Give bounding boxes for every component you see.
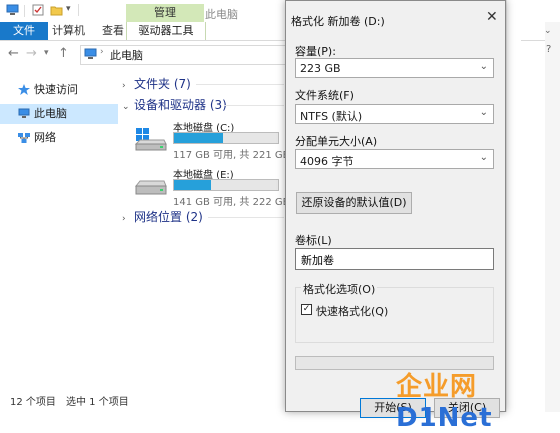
- group-devices[interactable]: ⌄ 设备和驱动器 (3): [122, 96, 227, 114]
- separator: [208, 217, 284, 218]
- context-group-label: 管理: [126, 4, 204, 22]
- back-arrow-icon[interactable]: ←: [8, 46, 19, 61]
- tab-file[interactable]: 文件: [0, 22, 48, 40]
- select-value: NTFS (默认): [300, 110, 363, 123]
- separator: [224, 105, 284, 106]
- breadcrumb-chevron-icon[interactable]: ›: [100, 47, 104, 57]
- nav-item-quick-access[interactable]: 快速访问: [0, 80, 118, 100]
- recent-dropdown-icon[interactable]: ▾: [44, 48, 49, 58]
- dialog-title: 格式化 新加卷 (D:): [291, 15, 385, 28]
- up-arrow-icon[interactable]: ↑: [58, 46, 69, 61]
- help-icon[interactable]: ?: [546, 44, 551, 55]
- address-path: 此电脑: [110, 49, 143, 62]
- drive-usage-fill: [174, 180, 212, 190]
- filesystem-label: 文件系统(F): [295, 89, 354, 102]
- capacity-select[interactable]: 223 GB ⌄: [295, 58, 494, 78]
- capacity-label: 容量(P):: [295, 45, 336, 58]
- drive-usage-bar: [173, 179, 279, 191]
- star-icon: [18, 84, 30, 95]
- volume-label-input[interactable]: [299, 252, 483, 267]
- item-count: 12 个项目: [10, 397, 56, 408]
- nav-item-this-pc[interactable]: 此电脑: [0, 104, 118, 124]
- nav-item-label: 快速访问: [34, 83, 78, 96]
- drive-usage-fill: [174, 133, 223, 143]
- chevron-right-icon: ›: [122, 81, 126, 91]
- tab-drive-tools[interactable]: 驱动器工具: [126, 22, 206, 40]
- chevron-down-icon: ⌄: [479, 107, 488, 118]
- computer-icon: [18, 108, 30, 118]
- chevron-down-icon[interactable]: ⌄: [544, 26, 552, 36]
- window-title: 此电脑: [205, 8, 238, 21]
- restore-defaults-button[interactable]: 还原设备的默认值(D): [296, 192, 412, 214]
- quick-access-dropdown-icon[interactable]: ▾: [66, 4, 71, 14]
- hard-drive-icon: [134, 180, 167, 195]
- chevron-down-icon: ⌄: [479, 152, 488, 163]
- separator: [196, 84, 284, 85]
- drive-free-space: 141 GB 可用, 共 222 GB: [173, 197, 290, 208]
- nav-item-network[interactable]: 网络: [0, 128, 118, 148]
- quick-format-label: 快速格式化(Q): [316, 305, 389, 318]
- select-value: 4096 字节: [300, 155, 354, 168]
- nav-item-label: 网络: [34, 131, 56, 144]
- allocation-unit-select[interactable]: 4096 字节 ⌄: [295, 149, 494, 169]
- separator: [24, 5, 25, 17]
- separator: [78, 4, 79, 16]
- close-icon[interactable]: ✕: [486, 9, 498, 25]
- chevron-down-icon: ⌄: [479, 61, 488, 72]
- watermark-text: D1Net: [396, 403, 493, 433]
- scrollbar[interactable]: [506, 0, 521, 412]
- properties-icon[interactable]: [32, 4, 45, 16]
- side-panel-strip: [545, 22, 560, 412]
- new-folder-icon[interactable]: [50, 4, 63, 16]
- forward-arrow-icon[interactable]: →: [26, 46, 37, 61]
- windows-drive-icon: [134, 128, 167, 151]
- network-icon: [18, 133, 30, 143]
- selection-count: 选中 1 个项目: [66, 397, 129, 408]
- status-bar: 12 个项目 选中 1 个项目: [0, 394, 300, 412]
- watermark-text: 企业网: [396, 372, 478, 402]
- group-label: 文件夹 (7): [134, 77, 191, 91]
- chevron-right-icon: ›: [122, 214, 126, 224]
- computer-icon: [6, 4, 19, 15]
- watermark: 企业网D1Net: [396, 366, 560, 433]
- volume-label-label: 卷标(L): [295, 234, 332, 247]
- group-label: 设备和驱动器 (3): [134, 98, 227, 112]
- select-value: 223 GB: [300, 62, 341, 75]
- format-options-label: 格式化选项(O): [301, 281, 378, 297]
- nav-item-label: 此电脑: [34, 107, 67, 120]
- chevron-down-icon: ⌄: [122, 102, 130, 112]
- quick-format-checkbox[interactable]: ✓: [301, 304, 312, 315]
- allocation-unit-label: 分配单元大小(A): [295, 135, 378, 148]
- group-folders[interactable]: › 文件夹 (7): [122, 75, 191, 93]
- drive-free-space: 117 GB 可用, 共 221 GB: [173, 150, 290, 161]
- tab-computer[interactable]: 计算机: [42, 22, 95, 40]
- group-network-locations[interactable]: › 网络位置 (2): [122, 208, 203, 226]
- computer-icon: [84, 48, 97, 59]
- volume-label-input-box[interactable]: [295, 248, 494, 270]
- drive-usage-bar: [173, 132, 279, 144]
- filesystem-select[interactable]: NTFS (默认) ⌄: [295, 104, 494, 124]
- group-label: 网络位置 (2): [134, 210, 203, 224]
